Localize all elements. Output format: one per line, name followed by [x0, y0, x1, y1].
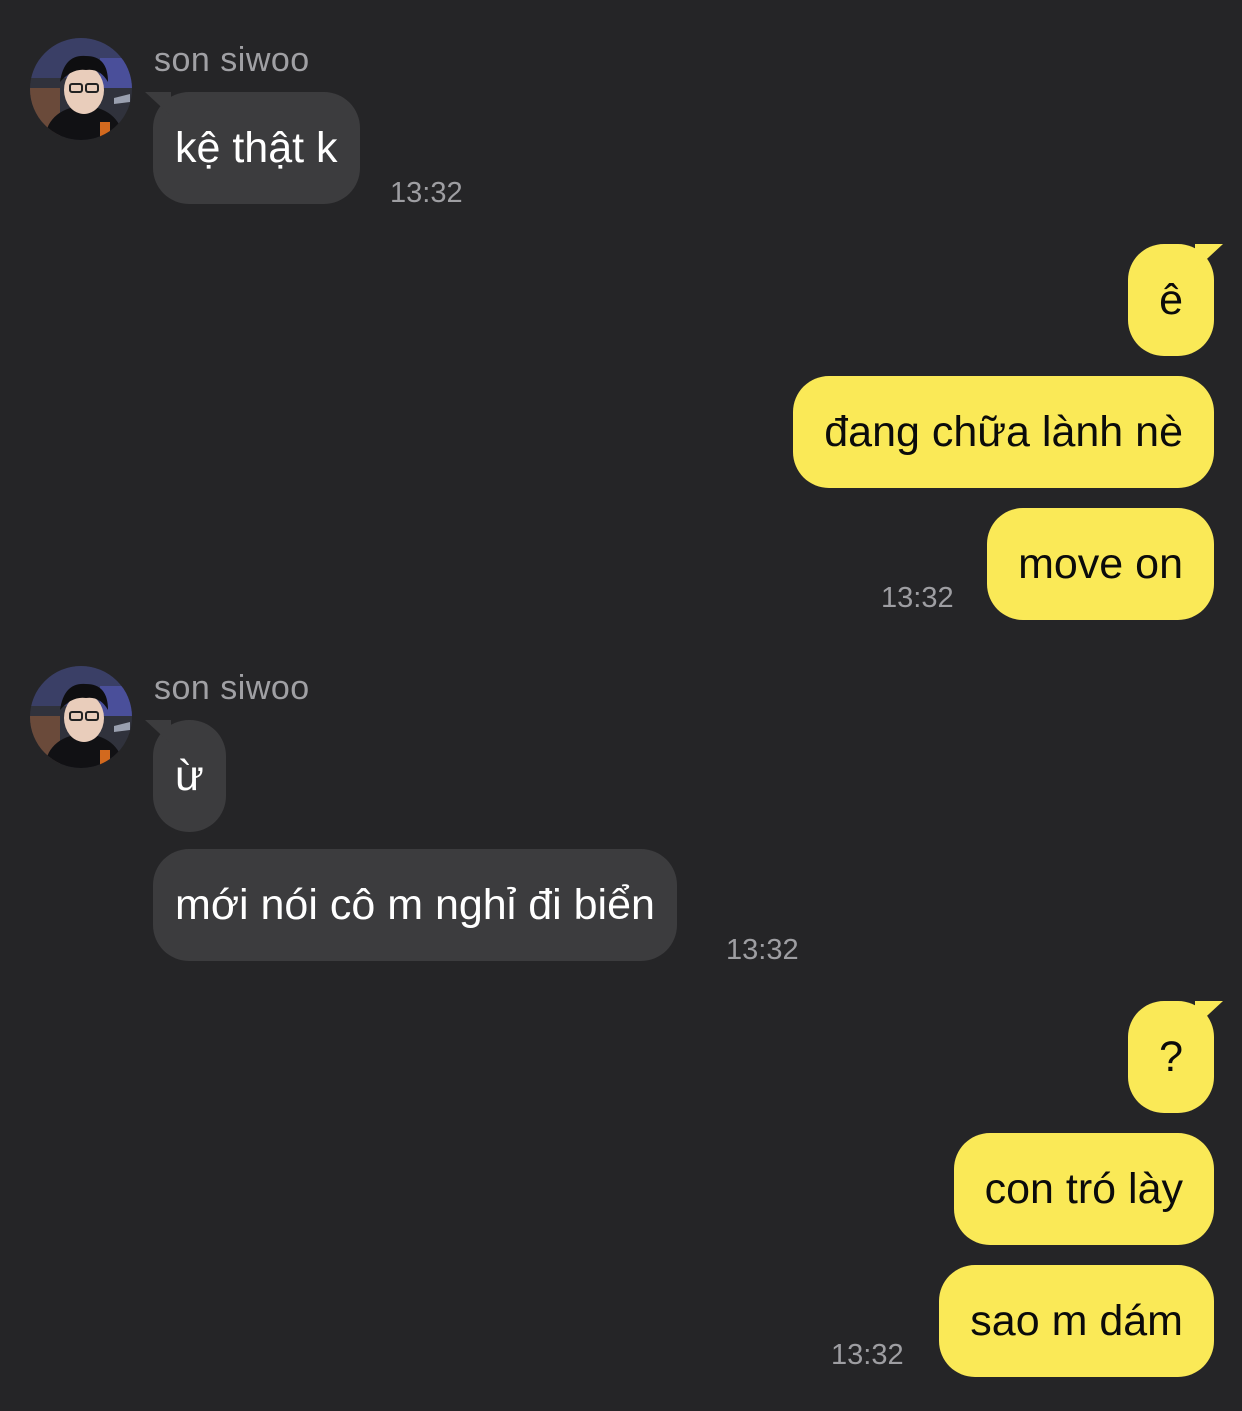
- message-bubble[interactable]: đang chữa lành nè: [793, 376, 1214, 488]
- message-bubble[interactable]: sao m dám: [939, 1265, 1214, 1377]
- avatar[interactable]: [30, 666, 132, 768]
- message-timestamp: 13:32: [390, 177, 463, 209]
- avatar-photo-icon: [30, 666, 132, 768]
- avatar-photo-icon: [30, 38, 132, 140]
- message-timestamp: 13:32: [881, 582, 954, 614]
- message-timestamp: 13:32: [726, 934, 799, 966]
- message-bubble[interactable]: mới nói cô m nghỉ đi biển: [153, 849, 677, 961]
- message-timestamp: 13:32: [831, 1339, 904, 1371]
- message-bubble[interactable]: ê: [1128, 244, 1214, 356]
- message-bubble[interactable]: ừ: [153, 720, 226, 832]
- message-bubble[interactable]: move on: [987, 508, 1214, 620]
- message-bubble[interactable]: ?: [1128, 1001, 1214, 1113]
- sender-name: son siwoo: [154, 669, 310, 707]
- message-bubble[interactable]: kệ thật k: [153, 92, 360, 204]
- avatar[interactable]: [30, 38, 132, 140]
- message-bubble[interactable]: con tró lày: [953, 1133, 1214, 1245]
- sender-name: son siwoo: [154, 41, 310, 79]
